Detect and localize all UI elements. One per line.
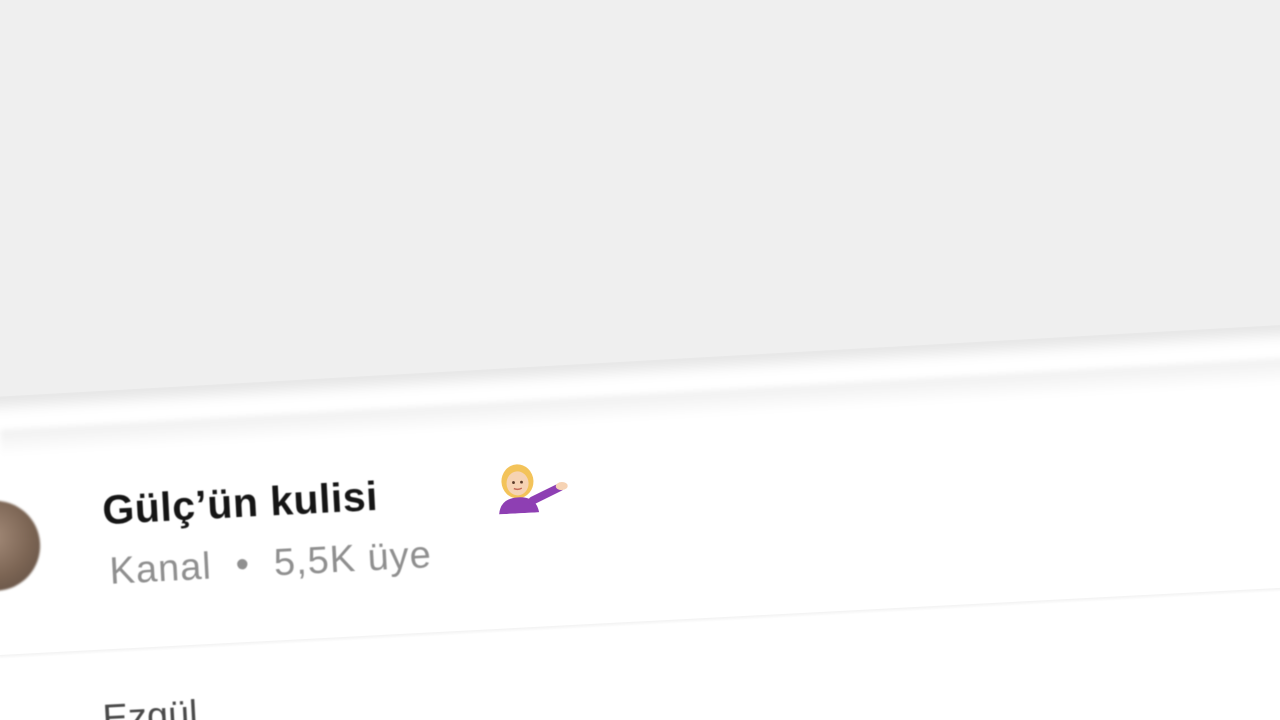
channel-title: Gülç’ün kulisi xyxy=(101,472,380,534)
screen: Gülç’ün kulisi Kanal • 5,5K üye ...Ezgül xyxy=(0,0,1280,720)
separator-dot: • xyxy=(234,543,252,587)
person-tipping-hand-icon xyxy=(499,464,568,515)
member-count: 5,5K üye xyxy=(272,533,433,585)
next-list-item-text[interactable]: ...Ezgül xyxy=(70,693,199,720)
avatar xyxy=(0,498,43,594)
channel-type-label: Kanal xyxy=(108,545,213,593)
empty-content-area xyxy=(0,0,1280,400)
channel-subtitle: Kanal • 5,5K üye xyxy=(109,534,433,594)
